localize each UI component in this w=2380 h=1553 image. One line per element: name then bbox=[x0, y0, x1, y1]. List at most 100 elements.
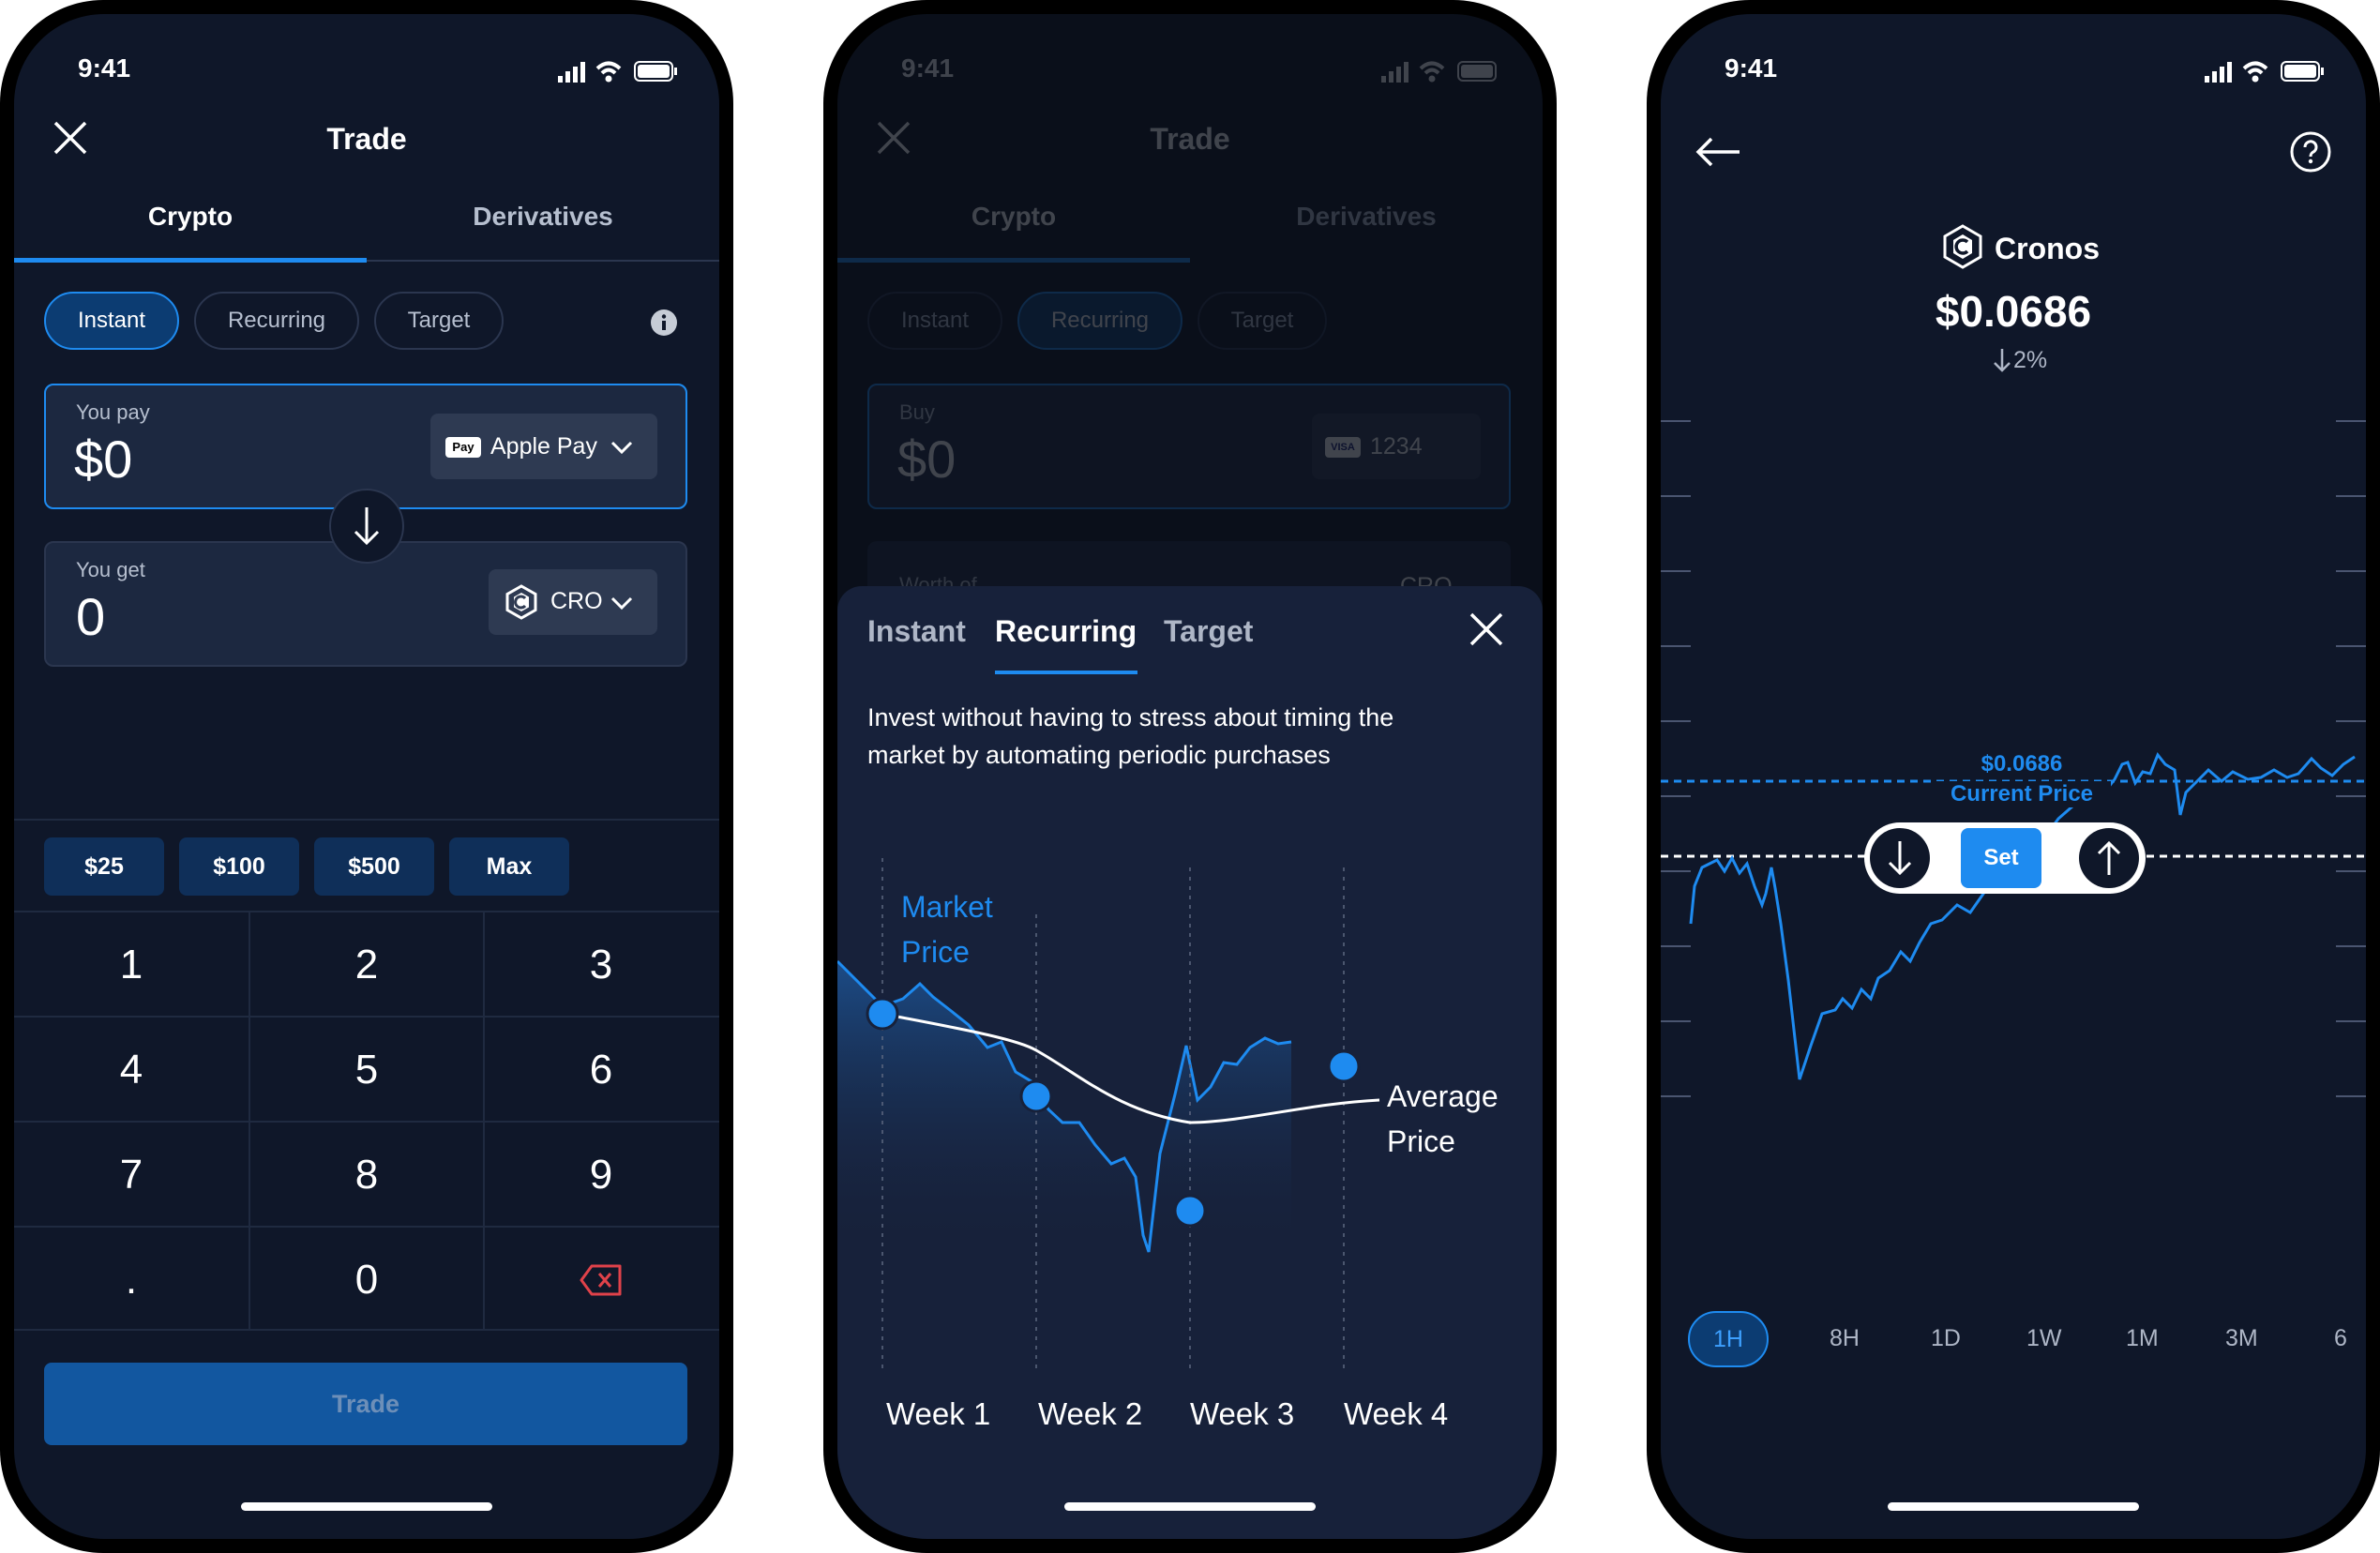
sheet-description-line1: Invest without having to stress about ti… bbox=[867, 703, 1394, 731]
bg-tab-derivatives: Derivatives bbox=[1296, 202, 1437, 231]
phone-recurring-info: 9:41 Trade Crypto Derivatives Instant Re… bbox=[823, 0, 1557, 1553]
tab-crypto[interactable]: Crypto bbox=[14, 202, 367, 232]
key-7[interactable]: 7 bbox=[14, 1123, 249, 1228]
current-price-label: Current Price bbox=[1933, 781, 2111, 807]
bg-mode-target: Target bbox=[1198, 292, 1327, 350]
arrow-down-icon bbox=[354, 507, 380, 546]
key-6[interactable]: 6 bbox=[484, 1018, 718, 1123]
bg-visa-badge-text: VISA bbox=[1331, 442, 1355, 453]
status-time: 9:41 bbox=[78, 53, 131, 83]
screen: 9:41 Trade Crypto Derivatives Instant Re… bbox=[837, 14, 1543, 1539]
set-target-label: Set bbox=[1983, 845, 2019, 870]
cronos-icon bbox=[505, 584, 537, 620]
market-price-label-line1: Market bbox=[901, 890, 993, 924]
quick-amount-500-button[interactable]: $500 bbox=[314, 837, 434, 896]
backspace-key[interactable] bbox=[484, 1228, 718, 1333]
timeframe-3m-button[interactable]: 3M bbox=[2225, 1325, 2258, 1352]
week-label-4: Week 4 bbox=[1344, 1396, 1449, 1431]
status-icons bbox=[558, 61, 677, 83]
help-icon[interactable] bbox=[2289, 130, 2332, 173]
quick-amount-25-button[interactable]: $25 bbox=[44, 837, 164, 896]
bg-visa-badge: VISA bbox=[1325, 437, 1361, 458]
phone-trade-instant: 9:41 Trade Crypto Derivatives Instant Re… bbox=[0, 0, 733, 1553]
chevron-down-icon bbox=[610, 441, 633, 455]
screen: 9:41 Cronos $0.0686 2% $0.0686 Current P… bbox=[1661, 14, 2366, 1539]
key-0[interactable]: 0 bbox=[249, 1228, 484, 1333]
payment-method-label: Apple Pay bbox=[490, 433, 597, 460]
sheet-tab-target[interactable]: Target bbox=[1164, 614, 1253, 649]
set-target-button[interactable]: Set bbox=[1961, 828, 2041, 888]
status-time: 9:41 bbox=[1725, 53, 1778, 83]
home-indicator bbox=[1888, 1502, 2139, 1511]
info-icon[interactable] bbox=[650, 309, 678, 337]
status-bar: 9:41 bbox=[1661, 14, 2366, 98]
key-decimal[interactable]: . bbox=[14, 1228, 249, 1333]
key-4[interactable]: 4 bbox=[14, 1018, 249, 1123]
get-amount[interactable]: 0 bbox=[76, 586, 105, 647]
price-change: 2% bbox=[2013, 347, 2048, 373]
sheet-tab-instant[interactable]: Instant bbox=[867, 614, 966, 649]
average-price-label-line2: Price bbox=[1387, 1124, 1455, 1158]
bg-mode-instant: Instant bbox=[867, 292, 1002, 350]
pay-label: You pay bbox=[76, 400, 150, 424]
sheet-description-line2: market by automating periodic purchases bbox=[867, 741, 1331, 769]
bg-card-number: 1234 bbox=[1370, 433, 1423, 460]
mode-target-button[interactable]: Target bbox=[374, 292, 504, 350]
trade-button[interactable]: Trade bbox=[44, 1363, 687, 1445]
week-label-3: Week 3 bbox=[1190, 1396, 1295, 1431]
average-price-label-line1: Average bbox=[1387, 1079, 1499, 1113]
quick-amount-max-button[interactable]: Max bbox=[449, 837, 569, 896]
home-indicator bbox=[241, 1502, 492, 1511]
section-divider bbox=[14, 819, 719, 821]
timeframe-6m-button[interactable]: 6 bbox=[2334, 1325, 2347, 1352]
key-9[interactable]: 9 bbox=[484, 1123, 718, 1228]
arrow-down-icon bbox=[1994, 349, 2011, 372]
mode-instant-button[interactable]: Instant bbox=[44, 292, 179, 350]
apple-pay-badge-text: Pay bbox=[452, 440, 474, 454]
arrow-up-icon bbox=[2097, 840, 2121, 875]
timeframe-1h-label: 1H bbox=[1713, 1325, 1743, 1352]
home-indicator bbox=[1064, 1502, 1316, 1511]
screen: 9:41 Trade Crypto Derivatives Instant Re… bbox=[14, 14, 719, 1539]
backspace-icon bbox=[580, 1264, 622, 1296]
background-trade-screen: Trade Crypto Derivatives Instant Recurri… bbox=[837, 14, 1543, 667]
timeframe-8h-button[interactable]: 8H bbox=[1830, 1325, 1860, 1352]
status-bar: 9:41 bbox=[14, 14, 719, 98]
timeframe-1w-button[interactable]: 1W bbox=[2026, 1325, 2062, 1352]
status-icons bbox=[2205, 61, 2324, 83]
back-arrow-icon[interactable] bbox=[1695, 136, 1741, 168]
close-icon[interactable] bbox=[1468, 611, 1505, 648]
sheet-tab-recurring[interactable]: Recurring bbox=[995, 614, 1137, 649]
page-title: Trade bbox=[326, 122, 407, 156]
key-5[interactable]: 5 bbox=[249, 1018, 484, 1123]
bg-amount: $0 bbox=[897, 430, 957, 489]
key-3[interactable]: 3 bbox=[484, 912, 718, 1018]
quick-amount-100-button[interactable]: $100 bbox=[179, 837, 299, 896]
market-price-label-line2: Price bbox=[901, 935, 970, 969]
cronos-icon bbox=[1943, 224, 1982, 269]
tab-derivatives[interactable]: Derivatives bbox=[367, 202, 719, 232]
bg-mode-recurring: Recurring bbox=[1017, 292, 1182, 350]
timeframe-1m-button[interactable]: 1M bbox=[2126, 1325, 2159, 1352]
arrow-down-icon bbox=[1888, 841, 1912, 876]
pay-amount[interactable]: $0 bbox=[74, 429, 132, 490]
bg-buy-label: Buy bbox=[899, 400, 935, 424]
coin-price: $0.0686 bbox=[1935, 287, 2092, 336]
get-label: You get bbox=[76, 558, 145, 581]
sheet-tab-indicator bbox=[995, 671, 1137, 674]
bg-title: Trade bbox=[1150, 122, 1230, 156]
mode-recurring-button[interactable]: Recurring bbox=[194, 292, 359, 350]
bg-tab-crypto: Crypto bbox=[971, 202, 1057, 231]
trade-button-label: Trade bbox=[331, 1389, 400, 1418]
week-label-1: Week 1 bbox=[886, 1396, 991, 1431]
current-price-value: $0.0686 bbox=[1981, 751, 2063, 776]
key-1[interactable]: 1 bbox=[14, 912, 249, 1018]
chevron-down-icon bbox=[610, 596, 633, 611]
apple-pay-badge: Pay bbox=[445, 437, 481, 458]
timeframe-1h-button[interactable]: 1H bbox=[1688, 1311, 1769, 1367]
timeframe-1d-button[interactable]: 1D bbox=[1931, 1325, 1961, 1352]
tab-active-indicator bbox=[14, 258, 367, 263]
key-2[interactable]: 2 bbox=[249, 912, 484, 1018]
key-8[interactable]: 8 bbox=[249, 1123, 484, 1228]
phone-target-price: 9:41 Cronos $0.0686 2% $0.0686 Current P… bbox=[1647, 0, 2380, 1553]
